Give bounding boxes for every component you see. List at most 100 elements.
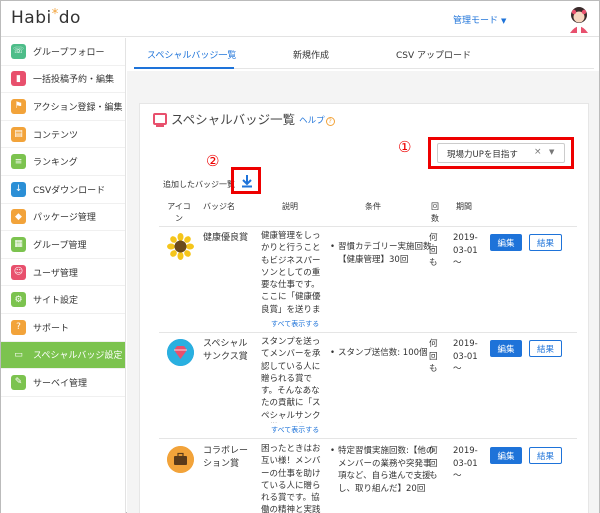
badge-period: 2019-03-01 〜 xyxy=(453,339,478,374)
group-follow-icon: ☏ xyxy=(11,43,26,59)
admin-mode-label: 管理モード xyxy=(453,16,499,26)
badge-condition: • スタンプ送信数: 100個 xyxy=(330,348,428,358)
group-filter-select[interactable]: 現場力UPを目指す × ▼ xyxy=(437,143,565,163)
logo-text-left: Habi xyxy=(11,8,52,28)
tab-special-badge-list[interactable]: スペシャルバッジ一覧 xyxy=(147,48,236,61)
col-header-icon: アイコン xyxy=(167,202,191,223)
users-icon: ☺ xyxy=(11,264,26,280)
condition-text: 習慣カテゴリー実施回数:【健康管理】30回 xyxy=(338,242,435,265)
group-grid-icon: ▦ xyxy=(11,236,26,252)
page-title: スペシャルバッジ一覧 xyxy=(171,112,296,127)
edit-button[interactable]: 編集 xyxy=(490,340,522,357)
badge-description: スタンプを送ってメンバーを承認している人に贈られる賞です。そんなあなたの貢献に「… xyxy=(261,337,321,421)
sidebar-item-5[interactable]: ↓ CSVダウンロード xyxy=(1,176,125,204)
page-header: スペシャルバッジ一覧 ヘルプ? xyxy=(153,109,335,128)
download-icon: ↓ xyxy=(11,181,26,197)
clear-icon[interactable]: × xyxy=(534,147,542,157)
col-header-desc: 説明 xyxy=(282,202,298,211)
badge-description: 健康管理をしっかりと行うこともビジネスパーソンとしての重要な仕事です。ここに「健… xyxy=(261,231,321,315)
download-icon[interactable] xyxy=(240,174,254,188)
sidebar-item-label: サイト設定 xyxy=(33,296,79,307)
ranking-icon: ≡ xyxy=(11,154,26,170)
badge-period: 2019-03-01 〜 xyxy=(453,446,478,481)
badge-count: 何回も xyxy=(429,446,438,481)
sidebar-item-label: コンテンツ xyxy=(33,130,79,141)
sidebar-item-3[interactable]: ▤ コンテンツ xyxy=(1,121,125,149)
chevron-down-icon: ▼ xyxy=(501,17,507,25)
result-button[interactable]: 結果 xyxy=(529,340,562,357)
help-icon: ? xyxy=(11,319,26,335)
logo-star: * xyxy=(51,7,59,22)
result-button[interactable]: 結果 xyxy=(529,447,562,464)
help-link[interactable]: ヘルプ? xyxy=(299,114,335,126)
sidebar-item-label: CSVダウンロード xyxy=(33,185,106,196)
filter-value: 現場力UPを目指す xyxy=(447,150,518,160)
document-icon: ▤ xyxy=(11,126,26,142)
sidebar-item-label: ユーザ管理 xyxy=(33,268,78,279)
sidebar-item-label: グループフォロー xyxy=(33,47,105,58)
added-badges-label: 追加したバッジ一覧 xyxy=(163,180,235,189)
sidebar-item-6[interactable]: ◆ パッケージ管理 xyxy=(1,204,125,232)
badge-count: 何回も xyxy=(429,339,438,374)
tab-csv-upload[interactable]: CSV アップロード xyxy=(396,48,471,61)
col-header-period: 期間 xyxy=(456,202,472,211)
row-divider xyxy=(159,438,577,439)
sidebar-item-label: サーベイ管理 xyxy=(33,378,88,389)
edit-button[interactable]: 編集 xyxy=(490,447,522,464)
sidebar-item-11[interactable]: ▭ スペシャルバッジ設定 xyxy=(1,341,125,370)
flag-icon: ⚑ xyxy=(11,98,26,114)
show-all-link[interactable]: すべて表示する xyxy=(271,425,319,435)
sidebar-item-4[interactable]: ≡ ランキング xyxy=(1,148,125,176)
sidebar-item-0[interactable]: ☏ グループフォロー xyxy=(1,38,125,66)
active-tab-indicator xyxy=(134,67,234,69)
sidebar: ☏ グループフォロー ▮ 一括投稿予約・編集 ⚑ アクション登録・編集 ▤ コンテンツ ≡ ランキ… xyxy=(1,38,126,513)
logo-text-right: do xyxy=(58,8,81,28)
sidebar-item-1[interactable]: ▮ 一括投稿予約・編集 xyxy=(1,66,125,94)
sidebar-item-2[interactable]: ⚑ アクション登録・編集 xyxy=(1,93,125,121)
badge-name: コラボレーション賞 xyxy=(203,446,249,469)
sidebar-item-label: 一括投稿予約・編集 xyxy=(33,75,115,86)
condition-text: 特定習慣実施回数:【他のメンバーの業務や突発事項など、自ら進んで支援し、取り組ん… xyxy=(338,446,435,494)
top-header: Habi*do 管理モード ▼ xyxy=(1,1,599,37)
gem-icon xyxy=(167,339,194,366)
tab-bar: スペシャルバッジ一覧 新規作成 CSV アップロード xyxy=(134,45,594,69)
col-header-count: 回数 xyxy=(431,202,439,223)
row-divider xyxy=(159,332,577,333)
bulk-post-icon: ▮ xyxy=(11,71,26,87)
sidebar-item-label: サポート xyxy=(33,323,70,334)
badge-condition: • 習慣カテゴリー実施回数:【健康管理】30回 xyxy=(330,242,435,265)
result-button[interactable]: 結果 xyxy=(529,234,562,251)
annotation-2: ② xyxy=(206,152,220,170)
badge-name: 健康優良賞 xyxy=(203,233,249,243)
sidebar-item-label: グループ管理 xyxy=(33,240,87,251)
badge-count: 何回も xyxy=(429,233,438,268)
badge-period: 2019-03-01 〜 xyxy=(453,233,478,268)
sunflower-icon xyxy=(167,233,194,260)
sidebar-item-label: アクション登録・編集 xyxy=(33,102,123,113)
edit-button[interactable]: 編集 xyxy=(490,234,522,251)
pen-icon: ✎ xyxy=(11,374,26,390)
app-logo[interactable]: Habi*do xyxy=(11,7,81,28)
badge-description: 困ったときはお互い様！メンバーの仕事を助けている人に贈られる賞です。協働の精神と… xyxy=(261,444,321,513)
col-header-cond: 条件 xyxy=(365,202,381,211)
condition-text: スタンプ送信数: 100個 xyxy=(338,348,428,358)
sidebar-item-7[interactable]: ▦ グループ管理 xyxy=(1,231,125,259)
row-divider xyxy=(159,226,577,227)
sidebar-item-10[interactable]: ? サポート xyxy=(1,314,125,342)
sidebar-item-12[interactable]: ✎ サーベイ管理 xyxy=(1,369,125,397)
tab-new[interactable]: 新規作成 xyxy=(293,48,329,61)
help-label: ヘルプ xyxy=(299,116,325,126)
avatar[interactable] xyxy=(566,5,592,33)
col-header-name: バッジ名 xyxy=(203,202,235,211)
sidebar-item-label: スペシャルバッジ設定 xyxy=(33,351,123,362)
chevron-down-icon[interactable]: ▼ xyxy=(549,148,554,156)
package-icon: ◆ xyxy=(11,209,26,225)
sidebar-item-label: ランキング xyxy=(33,158,78,169)
monitor-icon: ▭ xyxy=(14,349,23,360)
show-all-link[interactable]: すべて表示する xyxy=(271,319,319,329)
admin-mode-dropdown[interactable]: 管理モード ▼ xyxy=(453,13,506,26)
badge-condition: • 特定習慣実施回数:【他のメンバーの業務や突発事項など、自ら進んで支援し、取り組… xyxy=(330,446,435,494)
sidebar-item-9[interactable]: ⚙ サイト設定 xyxy=(1,286,125,314)
briefcase-icon xyxy=(167,446,194,473)
sidebar-item-8[interactable]: ☺ ユーザ管理 xyxy=(1,259,125,287)
